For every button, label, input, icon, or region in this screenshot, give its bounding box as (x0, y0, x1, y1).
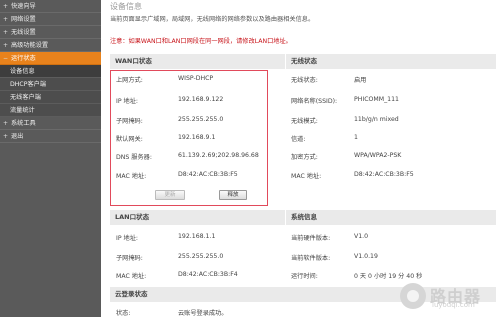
expand-icon: + (3, 2, 9, 10)
lan-label: MAC 地址: (116, 273, 147, 280)
system-label: 当前硬件版本: (291, 235, 331, 242)
sidebar-item-status[interactable]: − 运行状态 (0, 52, 101, 65)
system-label: 当前软件版本: (291, 255, 331, 262)
sidebar-item-label: 无线设置 (11, 28, 36, 36)
system-panel-title: 系统信息 (286, 210, 496, 225)
watermark-url: luyouqi.com (432, 301, 475, 309)
sidebar-item-label: 高级功能设置 (11, 41, 49, 49)
system-value: V1.0 (354, 233, 369, 240)
expand-icon: + (3, 132, 9, 140)
system-value: 0 天 0 小时 19 分 40 秒 (354, 273, 423, 280)
page-title: 设备信息 (110, 2, 142, 11)
cloud-value: 云账号登录成功。 (178, 310, 228, 317)
wireless-value: 启用 (354, 77, 367, 84)
wireless-label: 网络名称(SSID): (291, 98, 338, 105)
expand-icon: + (3, 119, 9, 127)
watermark: 路由器 luyouqi.com (400, 281, 492, 311)
wireless-label: 无线状态: (291, 77, 318, 84)
collapse-icon: − (3, 54, 9, 62)
sidebar-item-label: 网络设置 (11, 15, 36, 23)
sidebar-item-label: 退出 (11, 132, 24, 140)
lan-value: 192.168.1.1 (178, 233, 216, 240)
wireless-value: 11b/g/n mixed (354, 116, 399, 123)
sidebar-subitem-wireless-clients[interactable]: 无线客户端 (0, 91, 101, 104)
sidebar-item-system-tools[interactable]: + 系统工具 (0, 117, 101, 130)
wireless-value: D8:42:AC:CB:3B:F5 (354, 171, 414, 178)
sidebar-subitem-dhcp-clients[interactable]: DHCP客户端 (0, 78, 101, 91)
system-label: 运行时间: (291, 273, 318, 280)
expand-icon: + (3, 28, 9, 36)
highlight-box (110, 70, 268, 206)
watermark-logo-icon (400, 283, 426, 309)
sidebar-item-wireless[interactable]: + 无线设置 (0, 26, 101, 39)
expand-icon: + (3, 41, 9, 49)
sidebar-subitem-device-info[interactable]: 设备信息 (0, 65, 101, 78)
warning-note: 注意：如果WAN口和LAN口网段在同一网段，请修改LAN口地址。 (110, 38, 292, 45)
wireless-label: 信道: (291, 136, 306, 143)
wan-panel-title: WAN口状态 (110, 54, 285, 69)
lan-value: D8:42:AC:CB:3B:F4 (178, 271, 238, 278)
page-intro: 当前页面显示广域网，局域网，无线网络的网络参数以及路由器相关信息。 (110, 16, 315, 23)
cloud-label: 状态: (116, 310, 131, 317)
wireless-label: 加密方式: (291, 154, 318, 161)
wireless-value: PHICOMM_111 (354, 96, 399, 103)
sidebar-item-label: 系统工具 (11, 119, 36, 127)
wireless-label: MAC 地址: (291, 173, 322, 180)
wireless-panel-title: 无线状态 (286, 54, 496, 69)
wireless-value: 1 (354, 134, 358, 141)
system-value: V1.0.19 (354, 253, 378, 260)
lan-label: 子网掩码: (116, 255, 143, 262)
sidebar-item-label: 快速向导 (11, 2, 36, 10)
expand-icon: + (3, 15, 9, 23)
sidebar-item-advanced[interactable]: + 高级功能设置 (0, 39, 101, 52)
sidebar-subitem-traffic-stats[interactable]: 流量统计 (0, 104, 101, 117)
wireless-value: WPA/WPA2-PSK (354, 152, 402, 159)
lan-panel-title: LAN口状态 (110, 210, 285, 225)
sidebar-item-network[interactable]: + 网络设置 (0, 13, 101, 26)
sidebar-item-quick-setup[interactable]: + 快速向导 (0, 0, 101, 13)
lan-value: 255.255.255.0 (178, 253, 224, 260)
lan-label: IP 地址: (116, 235, 138, 242)
sidebar-item-logout[interactable]: + 退出 (0, 130, 101, 143)
sidebar: + 快速向导 + 网络设置 + 无线设置 + 高级功能设置 − 运行状态 设备信… (0, 0, 101, 317)
sidebar-item-label: 运行状态 (11, 54, 36, 62)
wireless-label: 无线模式: (291, 118, 318, 125)
